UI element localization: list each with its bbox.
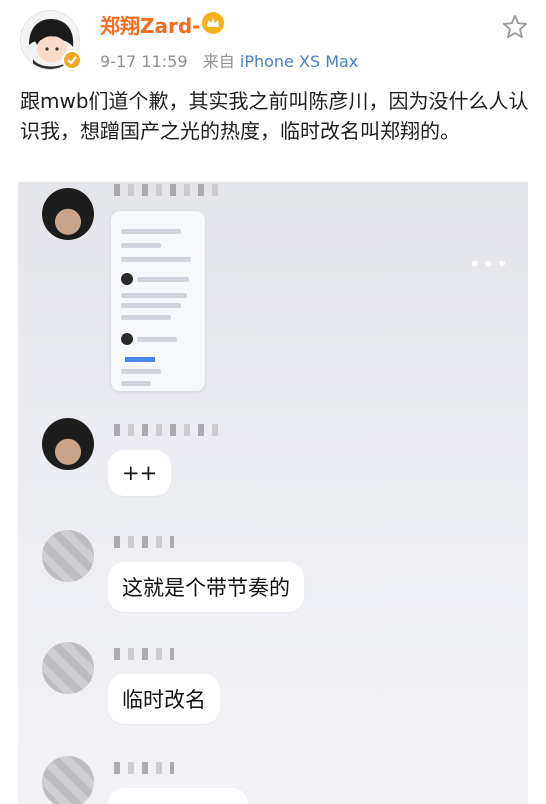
crown-icon [202,12,224,34]
pixelated-avatar [42,642,94,694]
source-prefix: 来自 [202,52,235,71]
pixelated-sender-name [114,762,174,774]
pixelated-sender-name [114,536,174,548]
source-device[interactable]: iPhone XS Max [240,52,358,71]
chat-message: 这就是个带节奏的 [108,562,304,612]
pixelated-avatar [42,756,94,804]
post-meta: 9-17 11:59 来自 iPhone XS Max [100,48,358,72]
post-time: 9-17 11:59 [100,52,188,71]
pixelated-avatar [42,188,94,240]
verified-badge-icon [62,50,82,70]
chat-message-partial [108,788,248,804]
star-icon[interactable] [500,12,530,42]
more-options-icon: ••• [468,252,510,276]
pixelated-avatar [42,530,94,582]
shared-image-thumbnail[interactable] [110,210,206,392]
embedded-chat-screenshot[interactable]: ••• ++ 这就是个带节奏的 临时改名 [18,182,528,804]
pixelated-sender-name [114,648,174,660]
chat-message: 临时改名 [108,674,220,724]
pixelated-sender-name [114,424,224,436]
author-name[interactable]: 郑翔Zard- [100,10,200,39]
chat-message: ++ [108,450,172,496]
pixelated-sender-name [114,184,224,196]
pixelated-avatar [42,418,94,470]
post-text: 跟mwb们道个歉，其实我之前叫陈彦川，因为没什么人认识我，想蹭国产之光的热度，临… [20,89,529,143]
